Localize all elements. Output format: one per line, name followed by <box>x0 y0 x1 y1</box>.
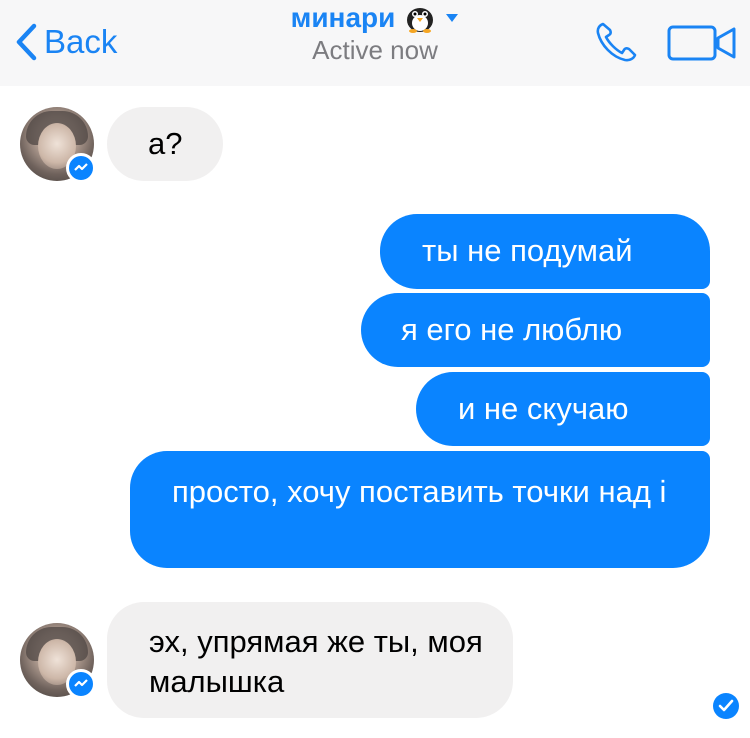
phone-icon[interactable] <box>594 20 640 64</box>
back-button[interactable]: Back <box>14 20 117 64</box>
conversation-title[interactable]: минари Active now <box>250 2 500 66</box>
chevron-down-icon <box>446 14 459 22</box>
incoming-message[interactable]: а? <box>107 107 223 181</box>
contact-name: минари <box>290 2 396 33</box>
contact-avatar[interactable] <box>20 107 96 183</box>
video-camera-icon[interactable] <box>666 24 738 62</box>
messenger-badge-icon <box>66 153 96 183</box>
chat-header: Back минари Active now <box>0 0 750 86</box>
outgoing-message[interactable]: ты не подумай <box>380 214 710 289</box>
outgoing-message[interactable]: и не скучаю <box>416 372 710 446</box>
seen-check-icon <box>713 693 739 719</box>
messenger-badge-icon <box>66 669 96 699</box>
incoming-message[interactable]: эх, упрямая же ты, моя малышка <box>107 602 513 718</box>
back-label: Back <box>44 23 118 60</box>
outgoing-message[interactable]: я его не люблю <box>361 293 710 367</box>
contact-avatar[interactable] <box>20 623 96 699</box>
penguin-emoji-icon <box>407 8 434 33</box>
outgoing-message[interactable]: просто, хочу поставить точки над і <box>130 451 710 568</box>
active-status: Active now <box>312 35 438 65</box>
chevron-left-icon <box>16 23 37 61</box>
